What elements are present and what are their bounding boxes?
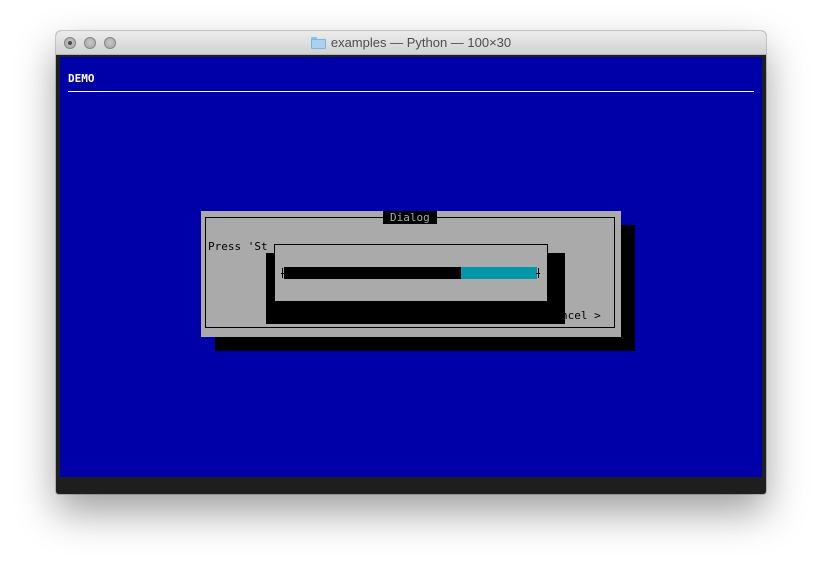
gauge-left-tick [282,268,283,278]
terminal-screen[interactable]: DEMO Dialog Press 'St ncel > [60,57,762,477]
dialog-title: Dialog [383,211,437,224]
gauge-popup [274,244,548,302]
backtitle: DEMO [68,72,95,85]
window-title-group: examples — Python — 100×30 [56,31,766,54]
progress-gauge [281,266,540,280]
dialog-prompt-text: Press 'St [208,240,268,253]
terminal-window: examples — Python — 100×30 DEMO Dialog P… [56,31,766,494]
title-bar[interactable]: examples — Python — 100×30 [56,31,766,55]
gauge-fill [461,267,537,279]
window-title: examples — Python — 100×30 [330,35,512,50]
gauge-right-tick [538,268,539,278]
cancel-button[interactable]: ncel > [561,309,601,322]
backtitle-divider [68,91,754,92]
folder-icon [310,36,326,49]
window-bottom-edge [56,477,766,494]
